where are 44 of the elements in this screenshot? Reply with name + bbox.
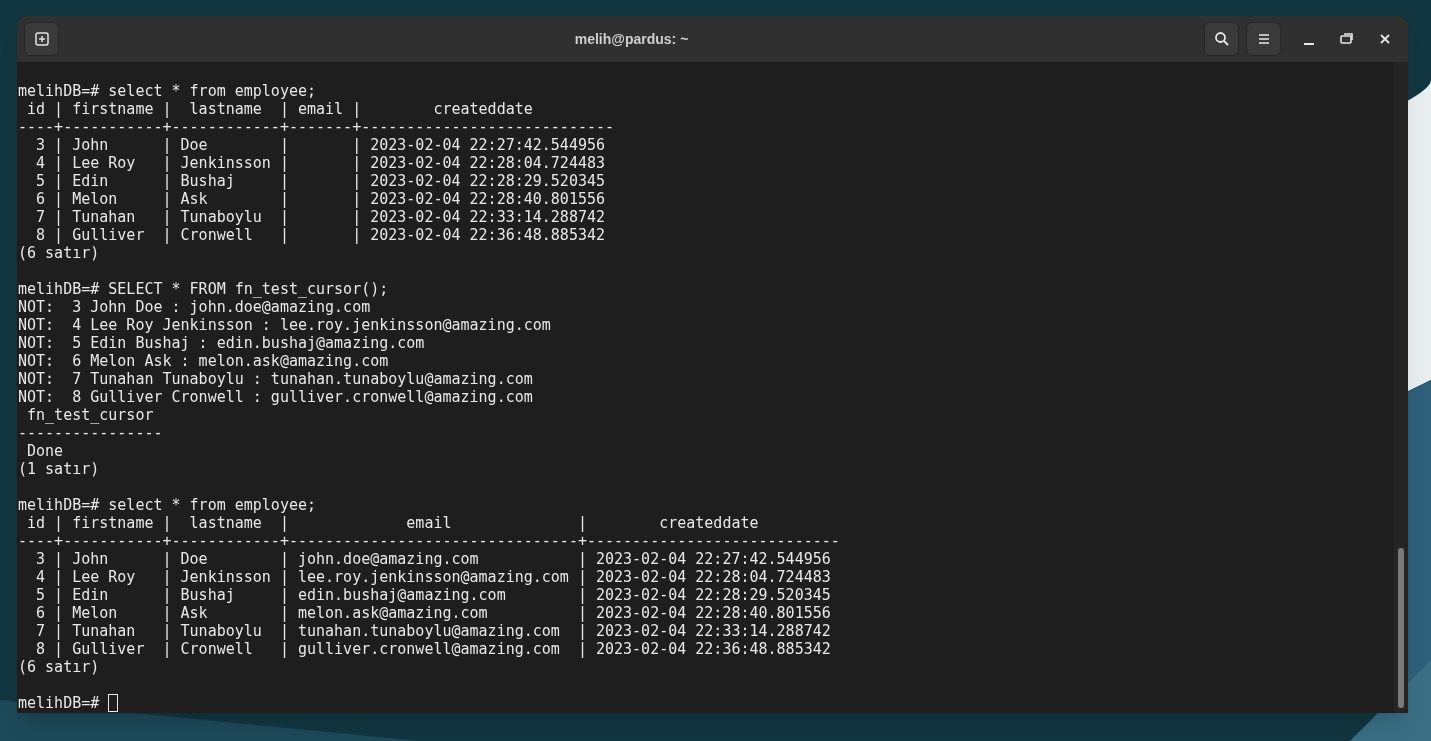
terminal-line: ----+-----------+------------+--------------------------------+---------------------------- — [18, 532, 840, 550]
terminal-line: (6 satır) — [18, 658, 100, 676]
terminal-line: (1 satır) — [18, 460, 100, 478]
terminal-line: Done — [26, 442, 64, 460]
terminal-line: 4 | Lee Roy | Jenkinsson | lee.roy.jenkinsson@amazing.com | 2023-02-04 22:28:04.724483 — [35, 568, 831, 586]
terminal-line: 5 | Edin | Bushaj | edin.bushaj@amazing.com | 2023-02-04 22:28:29.520345 — [35, 586, 831, 604]
text-cursor — [108, 694, 119, 712]
terminal-line: NOT: 7 Tunahan Tunaboylu : tunahan.tunaboylu@amazing.com — [18, 370, 533, 388]
minimize-icon — [1304, 43, 1314, 45]
terminal-line: NOT: 6 Melon Ask : melon.ask@amazing.com — [18, 352, 389, 370]
terminal-line: 7 | Tunahan | Tunaboylu | tunahan.tunaboylu@amazing.com | 2023-02-04 22:33:14.288742 — [35, 622, 831, 640]
terminal-line: melihDB=# select * from employee; — [18, 82, 316, 100]
menu-icon — [1256, 33, 1271, 45]
terminal-line: 8 | Gulliver | Cronwell | gulliver.cronwell@amazing.com | 2023-02-04 22:36:48.885342 — [35, 640, 831, 658]
command-prompt: melihDB=# — [18, 694, 100, 712]
terminal-line: id | firstname | lastname | email | createddate — [26, 514, 759, 532]
menu-button[interactable] — [1246, 22, 1281, 56]
close-icon — [1379, 33, 1391, 45]
terminal-line: ---------------- — [18, 424, 163, 442]
terminal-line: (6 satır) — [18, 244, 100, 262]
search-button[interactable] — [1204, 22, 1239, 56]
search-icon — [1213, 31, 1230, 47]
window-title: melih@pardus: ~ — [574, 29, 689, 49]
terminal-line: 6 | Melon | Ask | | 2023-02-04 22:28:40.801556 — [35, 190, 605, 208]
terminal-line: 6 | Melon | Ask | melon.ask@amazing.com | 2023-02-04 22:28:40.801556 — [35, 604, 831, 622]
terminal-line: 3 | John | Doe | john.doe@amazing.com | 2023-02-04 22:27:42.544956 — [35, 550, 831, 568]
terminal-line: 3 | John | Doe | | 2023-02-04 22:27:42.544956 — [35, 136, 605, 154]
terminal-line: NOT: 5 Edin Bushaj : edin.bushaj@amazing.com — [18, 334, 425, 352]
new-tab-icon — [33, 31, 50, 47]
terminal-line: id | firstname | lastname | email | createddate — [26, 100, 533, 118]
scrollbar-thumb[interactable] — [1398, 548, 1404, 708]
terminal-line: 7 | Tunahan | Tunaboylu | | 2023-02-04 22:33:14.288742 — [35, 208, 605, 226]
restore-icon — [1340, 33, 1354, 45]
terminal-line: fn_test_cursor — [26, 406, 154, 424]
new-tab-button[interactable] — [24, 22, 59, 56]
terminal-line: ----+-----------+------------+-------+---------------------------- — [18, 118, 615, 136]
terminal-line: NOT: 3 John Doe : john.doe@amazing.com — [18, 298, 371, 316]
terminal-line: melihDB=# SELECT * FROM fn_test_cursor(); — [18, 280, 389, 298]
terminal-line: NOT: 8 Gulliver Cronwell : gulliver.cronwell@amazing.com — [18, 388, 533, 406]
terminal-line: 5 | Edin | Bushaj | | 2023-02-04 22:28:29.520345 — [35, 172, 605, 190]
terminal-line: NOT: 4 Lee Roy Jenkinsson : lee.roy.jenkinsson@amazing.com — [18, 316, 551, 334]
terminal-line: 4 | Lee Roy | Jenkinsson | | 2023-02-04 22:28:04.724483 — [35, 154, 605, 172]
terminal-line: melihDB=# select * from employee; — [18, 496, 316, 514]
terminal-line: 8 | Gulliver | Cronwell | | 2023-02-04 22:36:48.885342 — [35, 226, 605, 244]
